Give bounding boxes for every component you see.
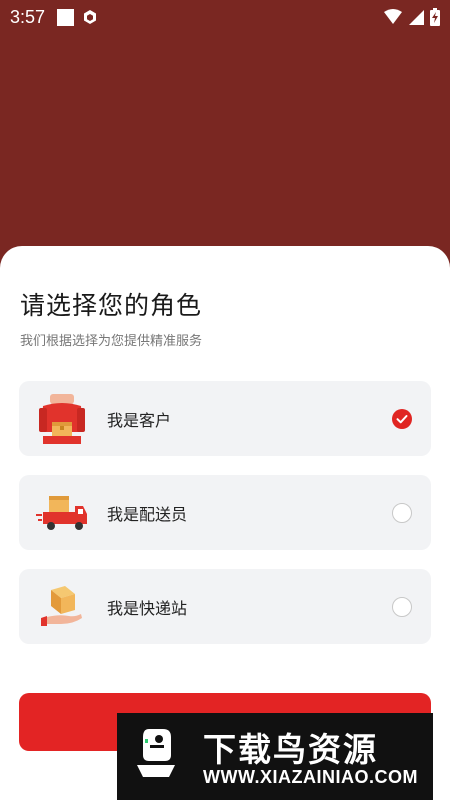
parcel-hand-illustration-icon xyxy=(41,585,82,626)
role-label-courier: 我是配送员 xyxy=(107,504,188,524)
customer-illustration-icon xyxy=(39,393,85,444)
notification-square-icon xyxy=(57,8,75,26)
radio-unchecked-icon[interactable] xyxy=(392,502,412,523)
watermark-overlay: 下载鸟资源 WWW.XIAZAINIAO.COM xyxy=(117,713,433,800)
radio-unchecked-icon[interactable] xyxy=(392,596,412,617)
delivery-truck-illustration-icon xyxy=(36,495,87,530)
role-option-courier[interactable]: 我是配送员 xyxy=(19,475,431,550)
sheet-subtitle: 我们根据选择为您提供精准服务 xyxy=(20,334,203,349)
app-badge-icon xyxy=(84,10,97,24)
status-bar: 3:57 xyxy=(0,0,450,34)
status-time: 3:57 xyxy=(10,6,46,27)
watermark-title: 下载鸟资源 xyxy=(203,730,378,769)
watermark-url: WWW.XIAZAINIAO.COM xyxy=(203,767,418,787)
role-option-parcel-station[interactable]: 我是快递站 xyxy=(19,569,431,644)
role-label-customer: 我是客户 xyxy=(107,410,172,430)
role-label-parcel-station: 我是快递站 xyxy=(107,598,188,618)
role-option-customer[interactable]: 我是客户 xyxy=(19,381,431,456)
bird-logo-icon xyxy=(137,729,175,777)
battery-charging-icon xyxy=(430,8,440,26)
wifi-icon xyxy=(384,9,402,24)
signal-icon xyxy=(409,10,424,25)
radio-checked-icon[interactable] xyxy=(392,408,412,429)
sheet-title: 请选择您的角色 xyxy=(20,291,203,320)
